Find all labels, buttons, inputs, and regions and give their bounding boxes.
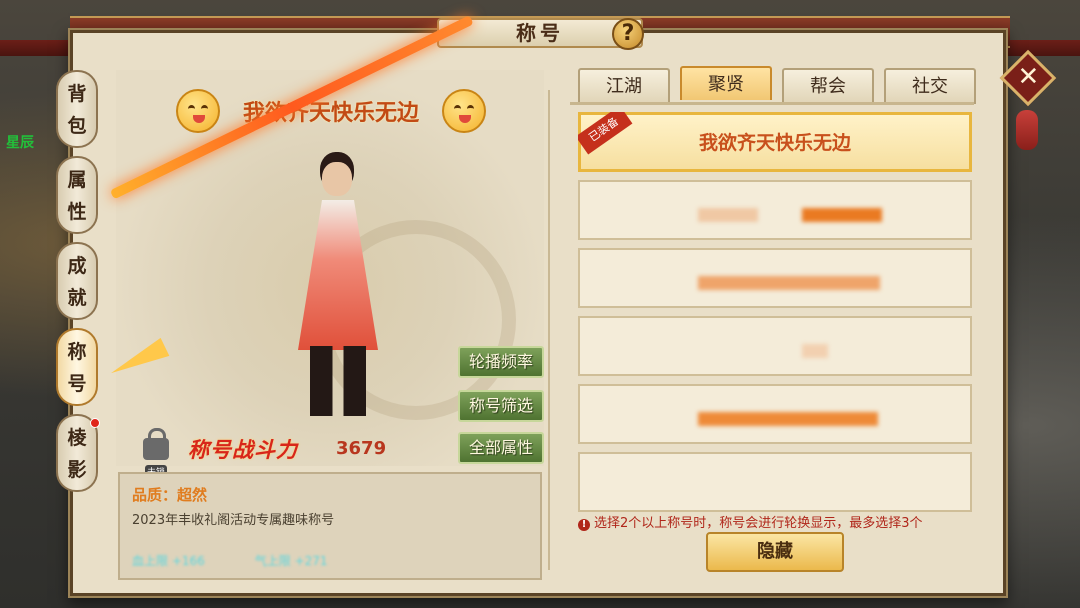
side-tab-label: 号 (67, 373, 87, 395)
title-row-equipped[interactable]: 已装备 我欲齐天快乐无边 (578, 112, 972, 172)
side-tab-label: 成 (67, 255, 87, 277)
stat-qi: 气上限 +271 (254, 554, 328, 568)
character-model[interactable] (270, 150, 410, 430)
side-tab-achievements[interactable]: 成 就 (56, 242, 98, 320)
blurred-title (698, 412, 878, 426)
side-tab-bag[interactable]: 背 包 (56, 70, 98, 148)
title-info-box: 品质：超然 2023年丰收礼阁活动专属趣味称号 血上限 +166 气上限 +27… (118, 472, 542, 580)
title-row[interactable] (578, 384, 972, 444)
title-list[interactable]: 已装备 我欲齐天快乐无边 (578, 112, 974, 552)
blurred-title (802, 208, 882, 222)
notification-dot (90, 418, 100, 428)
smiley-icon (176, 89, 220, 133)
side-tab-label: 棱 (67, 427, 87, 449)
title-row-label: 我欲齐天快乐无边 (698, 132, 851, 154)
character-robe (298, 200, 378, 350)
side-tab-label: 影 (67, 459, 87, 481)
title-stats: 血上限 +166 气上限 +271 (132, 552, 328, 569)
title-display: 我欲齐天快乐无边 (176, 88, 486, 134)
side-tab-label: 背 (67, 83, 87, 105)
stat-hp: 血上限 +166 (132, 554, 205, 568)
side-tab-shadow[interactable]: 棱 影 (56, 414, 100, 492)
side-tab-label: 包 (67, 115, 87, 137)
title-row[interactable] (578, 452, 972, 512)
character-head (322, 162, 352, 196)
panel-divider (548, 90, 550, 570)
side-tab-label: 称 (67, 341, 87, 363)
tab-social[interactable]: 社交 (884, 68, 976, 104)
side-tab-label: 属 (67, 169, 87, 191)
lock-icon (143, 428, 169, 460)
rotation-notice: ! 选择2个以上称号时，称号会进行轮换显示，最多选择3个 (578, 512, 998, 531)
side-tab-attributes[interactable]: 属 性 (56, 156, 98, 234)
smiley-icon (441, 89, 486, 133)
tab-guild[interactable]: 帮会 (782, 68, 874, 104)
tab-juxian[interactable]: 聚贤 (680, 66, 772, 100)
side-tab-titles[interactable]: 称 号 (56, 328, 98, 406)
tab-underline (570, 102, 974, 105)
lantern-decoration (1016, 110, 1038, 150)
side-tab-label: 性 (67, 201, 87, 223)
question-icon: ? (621, 21, 635, 46)
warning-icon: ! (578, 519, 590, 531)
title-row[interactable] (578, 248, 972, 308)
rotate-frequency-button[interactable]: 轮播频率 (458, 346, 544, 378)
title-row[interactable] (578, 316, 972, 376)
side-tab-label: 就 (67, 287, 87, 309)
title-filter-button[interactable]: 称号筛选 (458, 390, 544, 422)
hide-button[interactable]: 隐藏 (706, 532, 844, 572)
scene-npc-name: 星辰 (6, 135, 34, 151)
character-legs (310, 346, 366, 416)
help-button[interactable]: ? (612, 18, 644, 50)
lock-toggle[interactable]: 未锁 (140, 428, 172, 478)
title-row[interactable] (578, 180, 972, 240)
blurred-title (698, 276, 880, 290)
all-attributes-button[interactable]: 全部属性 (458, 432, 544, 464)
rotation-notice-text: 选择2个以上称号时，称号会进行轮换显示，最多选择3个 (594, 516, 923, 531)
title-quality: 品质：超然 (132, 486, 208, 504)
side-nav: 背 包 属 性 成 就 称 号 棱 影 (56, 70, 102, 500)
title-list-area: 江湖 聚贤 帮会 社交 已装备 我欲齐天快乐无边 ! 选择2个以上称号时，称号会进… (556, 64, 988, 584)
category-tabs: 江湖 聚贤 帮会 社交 (578, 66, 976, 104)
title-description: 2023年丰收礼阁活动专属趣味称号 (132, 513, 335, 528)
tab-jianghu[interactable]: 江湖 (578, 68, 670, 104)
blurred-title (802, 344, 828, 358)
title-power-label: 称号战斗力 (188, 438, 298, 462)
blurred-title (698, 208, 758, 222)
close-icon: ✕ (1017, 62, 1040, 93)
equipped-badge: 已装备 (578, 112, 633, 155)
title-power-value: 3679 (336, 438, 387, 459)
